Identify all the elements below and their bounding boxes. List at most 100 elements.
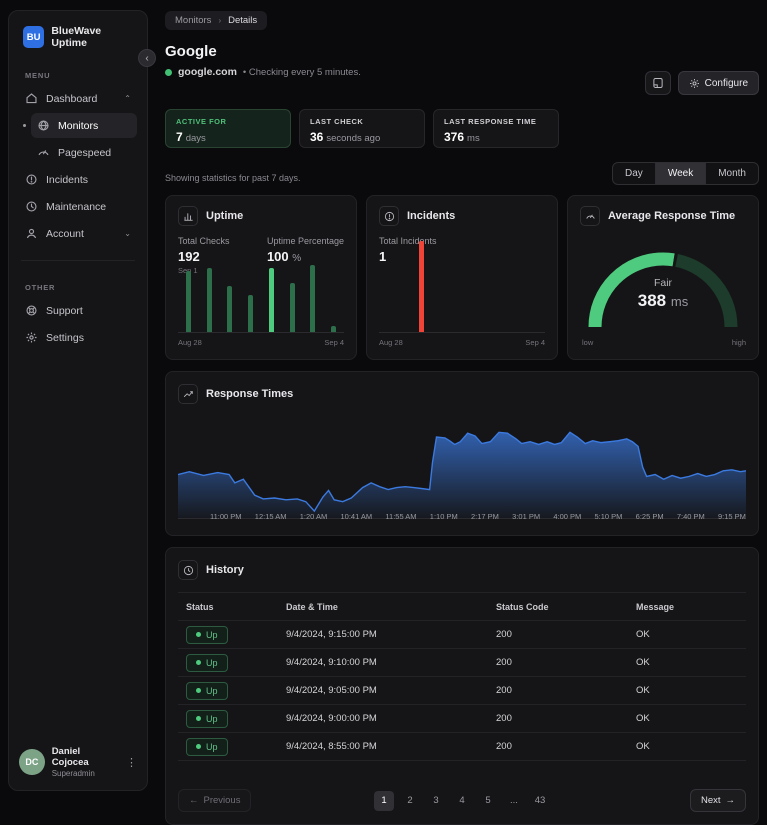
sidebar-item-dashboard[interactable]: Dashboard ⌃	[19, 86, 137, 111]
x-tick-label: 3:01 PM	[512, 512, 541, 521]
menu-list: Dashboard ⌃ Monitors Pagespeed Incidents Main…	[19, 86, 137, 246]
table-row[interactable]: Up 9/4/2024, 8:55:00 PM 200 OK	[178, 733, 746, 761]
table-row[interactable]: Up 9/4/2024, 9:15:00 PM 200 OK	[178, 621, 746, 649]
previous-page-button[interactable]: ← Previous	[178, 789, 252, 812]
x-tick-label: 4:00 PM	[553, 512, 582, 521]
cell-message: OK	[636, 713, 650, 724]
sidebar-collapse-button[interactable]: ‹	[138, 49, 156, 67]
sidebar-item-monitors[interactable]: Monitors	[23, 113, 137, 138]
page-ellipsis: ...	[510, 795, 518, 806]
uptime-card: Uptime Total Checks 192 Sep 1 Uptime Per…	[165, 195, 357, 360]
sidebar-item-account[interactable]: Account ⌄	[19, 221, 137, 246]
stat-value: 376 ms	[444, 130, 480, 144]
period-note: Showing statistics for past 7 days.	[165, 173, 301, 183]
active-bullet	[23, 124, 26, 127]
stat-card-last-response-time: LAST RESPONSE TIME 376 ms	[433, 109, 559, 148]
period-toggle-group: Day Week Month	[612, 162, 759, 185]
sidebar-item-incidents[interactable]: Incidents	[19, 167, 137, 192]
stat-label: ACTIVE FOR	[176, 117, 227, 126]
page-number-43[interactable]: 43	[530, 791, 550, 811]
speedometer-icon	[580, 206, 600, 226]
page-number-5[interactable]: 5	[478, 791, 498, 811]
page-number-4[interactable]: 4	[452, 791, 472, 811]
sidebar-item-label: Incidents	[46, 173, 89, 186]
uptime-percentage-label: Uptime Percentage	[266, 236, 344, 246]
response-times-card: Response Times 11:00 PM 12:15 AM 1:20 AM 10…	[165, 371, 759, 536]
cell-datetime: 9/4/2024, 9:15:00 PM	[286, 629, 377, 640]
table-row[interactable]: Up 9/4/2024, 9:10:00 PM 200 OK	[178, 649, 746, 677]
cell-message: OK	[636, 685, 650, 696]
x-tick-label: 5:10 PM	[594, 512, 623, 521]
sidebar-item-pagespeed[interactable]: Pagespeed	[31, 140, 137, 165]
breadcrumb-monitors[interactable]: Monitors	[175, 15, 211, 26]
up-dot-icon	[196, 716, 201, 721]
sidebar-divider	[21, 260, 135, 261]
menu-section-label: MENU	[25, 71, 51, 80]
sidebar-item-label: Pagespeed	[58, 146, 112, 159]
toggle-month[interactable]: Month	[706, 163, 758, 184]
sidebar: BU BlueWave Uptime ‹ MENU Dashboard ⌃ Moni…	[8, 10, 156, 791]
history-card: History Status Date & Time Status Code Mess…	[165, 547, 759, 825]
breadcrumb-details[interactable]: Details	[228, 15, 257, 26]
stat-card-active-for: ACTIVE FOR 7 days	[165, 109, 291, 148]
sidebar-item-label: Account	[46, 227, 84, 240]
other-list: Support Settings	[19, 298, 137, 350]
response-gauge: Fair 388 ms low high	[568, 235, 758, 347]
incidents-x-start: Aug 28	[379, 338, 403, 347]
table-row[interactable]: Up 9/4/2024, 9:05:00 PM 200 OK	[178, 677, 746, 705]
cell-status-code: 200	[496, 741, 512, 752]
up-dot-icon	[196, 744, 201, 749]
incidents-bar-chart[interactable]	[379, 235, 545, 333]
incidents-x-end: Sep 4	[525, 338, 545, 347]
sidebar-item-settings[interactable]: Settings	[19, 325, 137, 350]
sidebar-item-label: Support	[46, 304, 83, 317]
arrow-left-icon: ←	[189, 795, 199, 806]
next-page-button[interactable]: Next →	[689, 789, 746, 812]
bar-chart-icon	[178, 206, 198, 226]
page-number-2[interactable]: 2	[400, 791, 420, 811]
history-header-row: Status Date & Time Status Code Message	[178, 593, 746, 621]
user-icon	[25, 227, 38, 240]
status-badge: Up	[186, 737, 228, 756]
gauge-high-label: high	[731, 338, 746, 347]
sidebar-item-label: Maintenance	[46, 200, 107, 213]
toggle-week[interactable]: Week	[655, 163, 707, 184]
response-times-chart[interactable]	[178, 416, 746, 519]
globe-icon	[37, 119, 50, 132]
page-number-list: 1 2 3 4 5... 43	[374, 790, 550, 811]
breadcrumb: Monitors › Details	[165, 11, 268, 30]
status-page-button[interactable]	[644, 71, 671, 95]
up-dot-icon	[196, 688, 201, 693]
table-row[interactable]: Up 9/4/2024, 9:00:00 PM 200 OK	[178, 705, 746, 733]
column-header: Status Code	[496, 601, 549, 612]
cell-datetime: 9/4/2024, 9:10:00 PM	[286, 657, 377, 668]
trend-line-icon	[178, 384, 198, 404]
history-table: Status Date & Time Status Code Message Up 9/4…	[178, 592, 746, 761]
cell-datetime: 9/4/2024, 8:55:00 PM	[286, 741, 377, 752]
page-number-1[interactable]: 1	[374, 790, 394, 811]
uptime-bar	[186, 270, 191, 332]
sidebar-item-maintenance[interactable]: Maintenance	[19, 194, 137, 219]
status-badge: Up	[186, 625, 228, 644]
main-content: Monitors › Details Google google.com • C…	[165, 10, 759, 825]
column-header: Date & Time	[286, 601, 338, 612]
cell-message: OK	[636, 657, 650, 668]
configure-button[interactable]: Configure	[677, 71, 759, 95]
uptime-bar-chart[interactable]	[178, 257, 344, 333]
up-dot-icon	[196, 632, 201, 637]
user-profile[interactable]: DC Daniel Cojocea Superadmin ⋮	[19, 746, 137, 778]
support-icon	[25, 304, 38, 317]
avg-response-card: Average Response Time Fair 388 ms low hi…	[567, 195, 759, 360]
history-icon	[178, 560, 198, 580]
page-number-3[interactable]: 3	[426, 791, 446, 811]
cell-message: OK	[636, 629, 650, 640]
user-menu-kebab-icon[interactable]: ⋮	[126, 756, 137, 769]
sidebar-item-support[interactable]: Support	[19, 298, 137, 323]
up-dot-icon	[196, 660, 201, 665]
x-tick-label: 2:17 PM	[470, 512, 499, 521]
stat-label: LAST RESPONSE TIME	[444, 117, 537, 126]
avg-response-card-title: Average Response Time	[608, 210, 736, 222]
chevron-up-icon: ⌃	[124, 94, 131, 103]
incidents-card-title: Incidents	[407, 210, 456, 222]
toggle-day[interactable]: Day	[613, 163, 656, 184]
